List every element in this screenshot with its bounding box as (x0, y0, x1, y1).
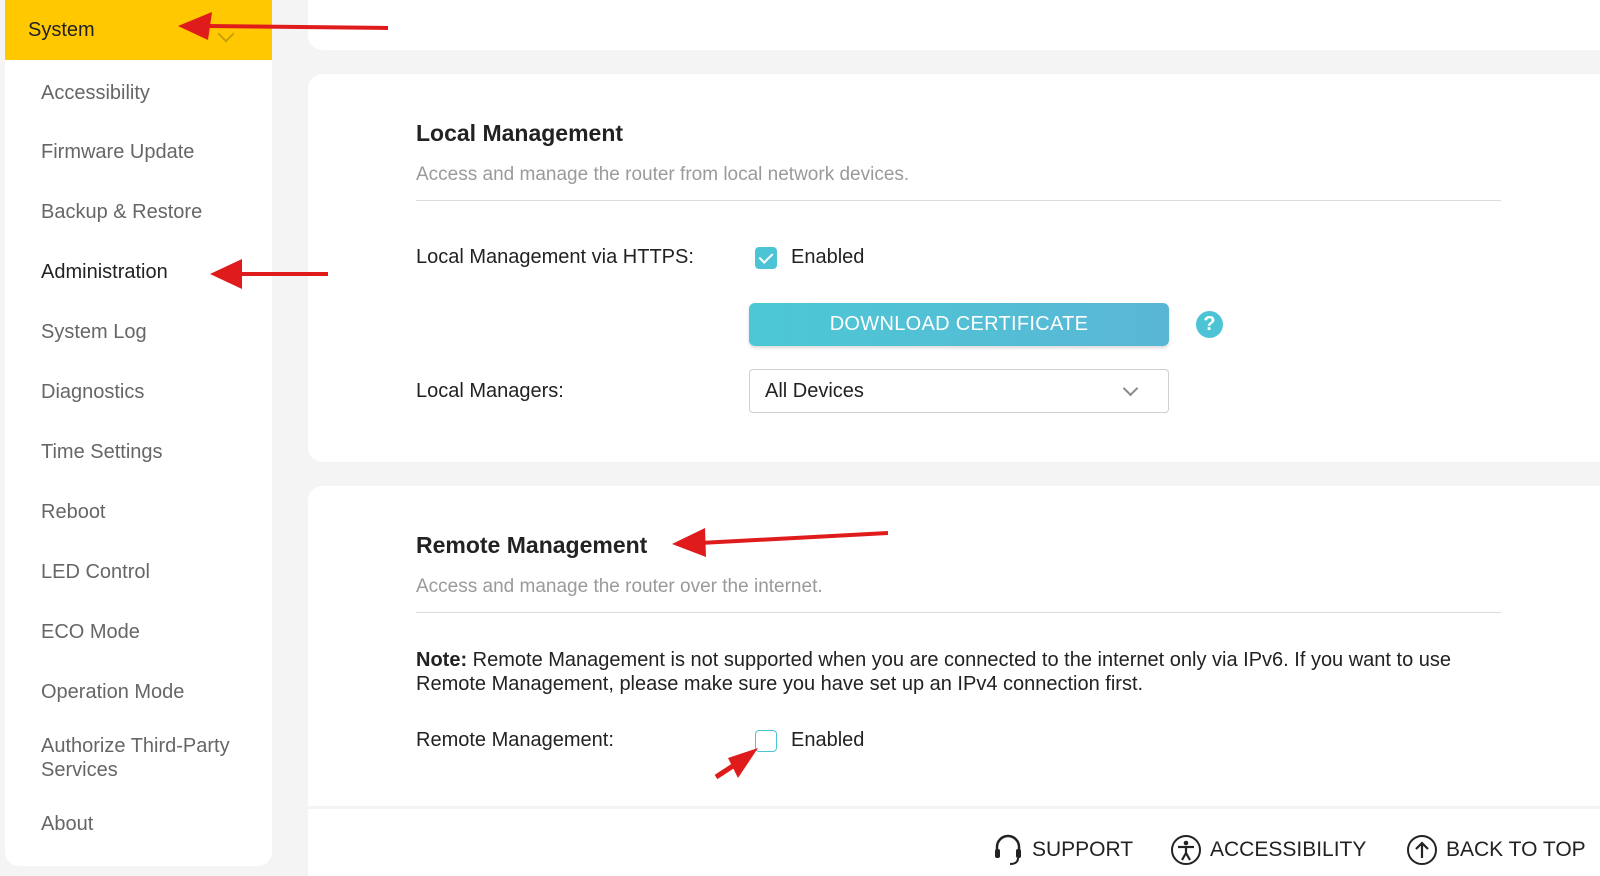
remote-management-description: Access and manage the router over the in… (416, 576, 823, 597)
sidebar-item-led-control[interactable]: LED Control (41, 560, 150, 584)
sidebar-item-authorize-third-party[interactable]: Authorize Third-Party Services (41, 734, 261, 782)
sidebar-header-system[interactable]: System (5, 0, 272, 60)
back-to-top-link[interactable]: BACK TO TOP (1406, 832, 1586, 868)
sidebar-item-backup-restore[interactable]: Backup & Restore (41, 200, 202, 224)
https-label: Local Management via HTTPS: (416, 246, 694, 268)
arrow-up-icon (1407, 835, 1437, 865)
sidebar-item-diagnostics[interactable]: Diagnostics (41, 380, 144, 404)
headset-icon (995, 834, 1021, 865)
remote-management-label: Remote Management: (416, 729, 614, 751)
local-managers-label: Local Managers: (416, 380, 564, 402)
sidebar-item-operation-mode[interactable]: Operation Mode (41, 680, 184, 704)
accessibility-link[interactable]: ACCESSIBILITY (1170, 832, 1366, 868)
download-certificate-button[interactable]: DOWNLOAD CERTIFICATE (749, 303, 1169, 346)
chevron-down-icon (1122, 380, 1139, 397)
sidebar-item-reboot[interactable]: Reboot (41, 500, 106, 524)
local-management-description: Access and manage the router from local … (416, 164, 910, 185)
remote-management-title: Remote Management (416, 532, 648, 558)
sidebar-item-accessibility[interactable]: Accessibility (41, 81, 150, 105)
note-text: Remote Management is not supported when … (416, 649, 1452, 695)
support-label: SUPPORT (1032, 838, 1134, 861)
help-icon[interactable]: ? (1196, 311, 1223, 338)
remote-management-note: Note: Remote Management is not supported… (416, 648, 1496, 696)
note-prefix: Note: (416, 649, 468, 671)
accessibility-label: ACCESSIBILITY (1210, 838, 1367, 861)
sidebar-header-label: System (28, 18, 95, 41)
remote-management-checkbox[interactable] (755, 730, 777, 752)
chevron-down-icon (217, 25, 235, 43)
accessibility-icon (1171, 835, 1201, 865)
sidebar-item-system-log[interactable]: System Log (41, 320, 147, 344)
local-management-title: Local Management (416, 120, 624, 146)
local-management-divider (416, 200, 1501, 201)
top-panel (308, 0, 1600, 50)
back-to-top-label: BACK TO TOP (1446, 838, 1586, 861)
remote-management-checkbox-label[interactable]: Enabled (791, 729, 864, 752)
https-checkbox[interactable] (755, 247, 777, 269)
remote-management-divider (416, 612, 1501, 613)
sidebar-item-firmware-update[interactable]: Firmware Update (41, 140, 194, 164)
sidebar-item-eco-mode[interactable]: ECO Mode (41, 620, 140, 644)
sidebar-item-about[interactable]: About (41, 812, 93, 836)
support-link[interactable]: SUPPORT (992, 832, 1133, 868)
local-managers-select[interactable]: All Devices (749, 369, 1169, 413)
https-checkbox-label[interactable]: Enabled (791, 246, 864, 269)
local-managers-value: All Devices (765, 379, 864, 402)
sidebar-item-time-settings[interactable]: Time Settings (41, 440, 163, 464)
sidebar-item-administration[interactable]: Administration (41, 260, 168, 284)
